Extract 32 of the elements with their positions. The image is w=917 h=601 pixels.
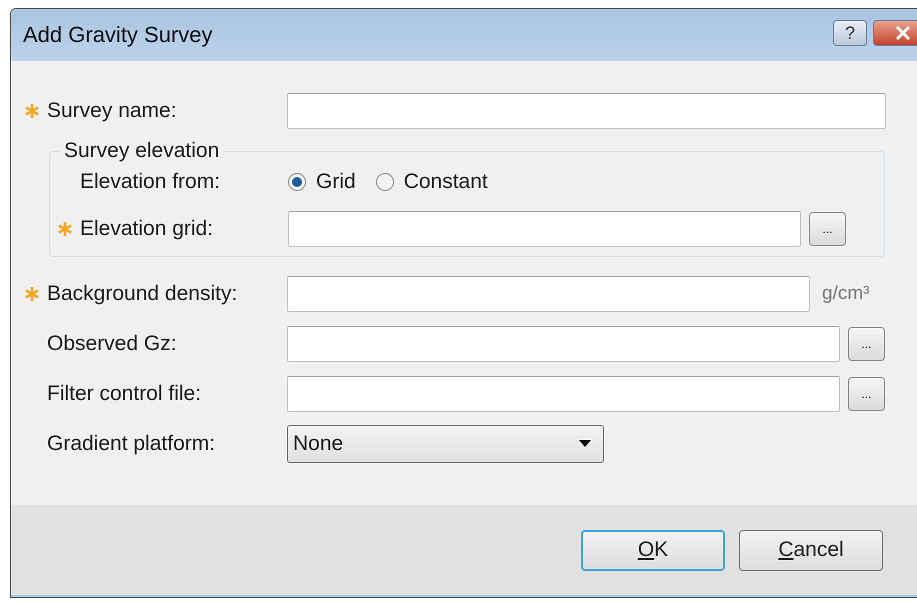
- input-field[interactable]: [287, 93, 886, 129]
- window-title: Add Gravity Survey: [23, 22, 214, 48]
- browse-button[interactable]: ...: [848, 377, 885, 411]
- radio-button[interactable]: [288, 173, 306, 191]
- browse-button[interactable]: ...: [809, 212, 846, 246]
- unit-label: g/cm³: [822, 283, 870, 305]
- help-button[interactable]: ?: [833, 20, 867, 46]
- radio-button[interactable]: [376, 173, 394, 191]
- field-label: Survey name:: [47, 99, 178, 123]
- dialog-button[interactable]: Cancel: [739, 530, 883, 570]
- radio-label[interactable]: Constant: [404, 170, 488, 194]
- group-title: Survey elevation: [60, 139, 224, 163]
- input-field[interactable]: [287, 276, 810, 312]
- dropdown[interactable]: None: [287, 425, 604, 463]
- field-label: Elevation from:: [80, 170, 222, 194]
- browse-button[interactable]: ...: [848, 327, 885, 361]
- field-label: Gradient platform:: [47, 432, 216, 456]
- asterisk-icon: [25, 104, 39, 118]
- field-label: Filter control file:: [47, 382, 202, 406]
- close-icon: [895, 26, 911, 40]
- input-field[interactable]: [287, 376, 840, 412]
- input-field[interactable]: [288, 211, 801, 247]
- close-button[interactable]: [873, 20, 917, 46]
- radio-label[interactable]: Grid: [316, 170, 356, 194]
- field-label: Background density:: [47, 282, 238, 306]
- asterisk-icon: [58, 222, 72, 236]
- input-field[interactable]: [287, 326, 840, 362]
- asterisk-icon: [25, 287, 39, 301]
- dialog-button[interactable]: OK: [581, 530, 725, 570]
- field-label: Observed Gz:: [47, 332, 178, 356]
- caret-icon: [579, 440, 591, 448]
- field-label: Elevation grid:: [80, 217, 214, 241]
